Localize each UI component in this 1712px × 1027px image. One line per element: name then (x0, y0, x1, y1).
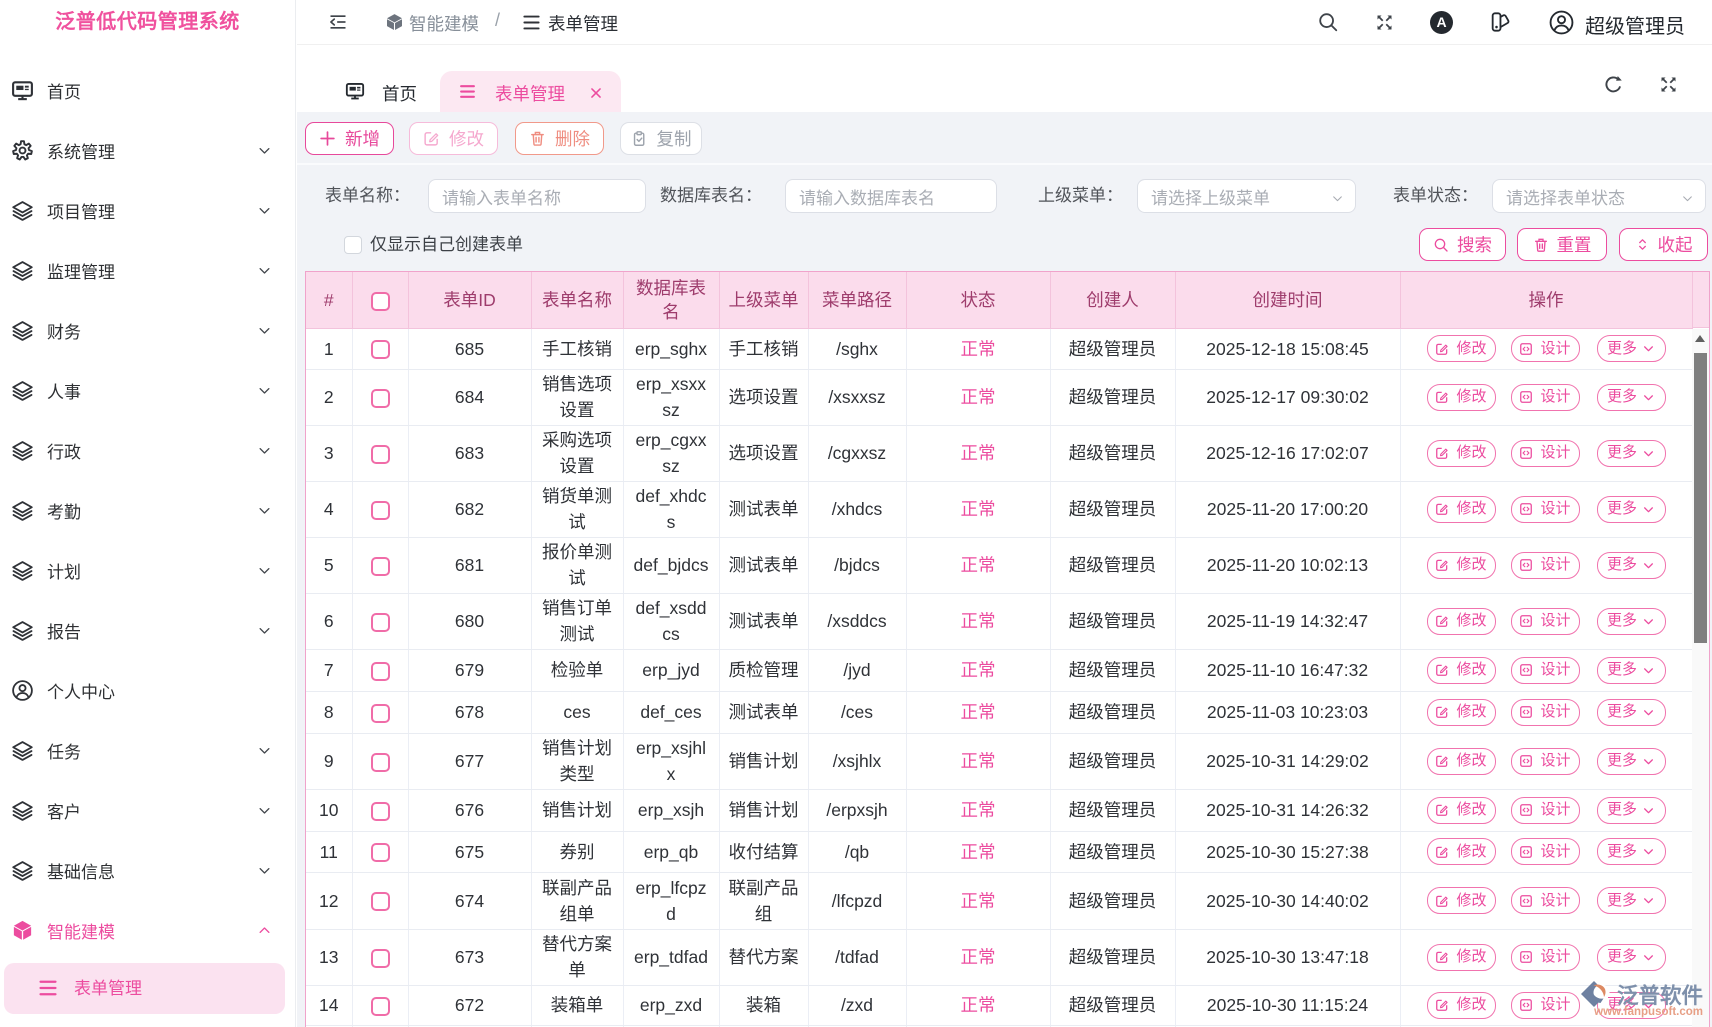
svg-text:www.fanpusoft.com: www.fanpusoft.com (1593, 1006, 1703, 1018)
svg-text:泛普软件: 泛普软件 (1617, 983, 1703, 1008)
